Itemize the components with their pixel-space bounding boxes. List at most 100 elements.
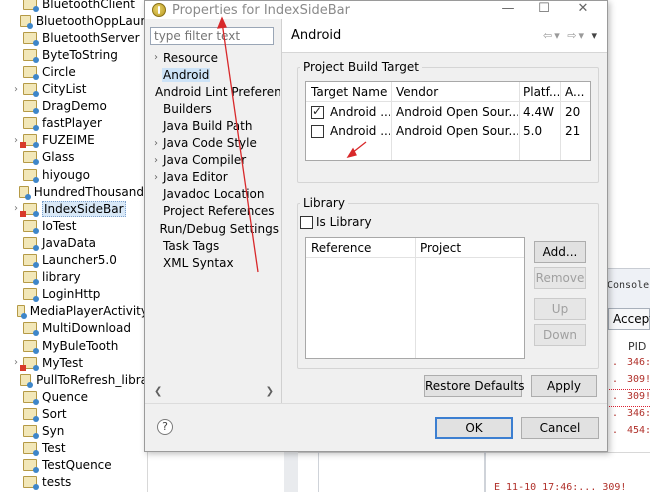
move-down-button[interactable]: Down [534, 324, 586, 346]
tree-item[interactable]: ›fastPlayer [0, 115, 147, 132]
tree-item[interactable]: ›DragDemo [0, 98, 147, 115]
target-vendor: Android Open Sour... [396, 105, 518, 119]
tree-item[interactable]: ›Glass [0, 149, 147, 166]
close-button[interactable]: ✕ [565, 1, 601, 19]
nav-item-label: Javadoc Location [163, 187, 265, 202]
nav-item[interactable]: › Java Compiler [150, 152, 280, 169]
tree-item[interactable]: ›ByteToString [0, 46, 147, 63]
history-nav[interactable]: ⇦▾ ⇨▾ ▾ [543, 29, 599, 42]
dialog-button-bar: ? OK Cancel [145, 403, 607, 451]
is-library-checkbox[interactable] [300, 215, 313, 229]
log-line: E 11-10 17:46:... 309! [494, 482, 627, 493]
tree-item[interactable]: › MyTest [0, 354, 147, 371]
forward-menu-icon[interactable]: ▾ [578, 29, 586, 42]
back-icon[interactable]: ⇦ [543, 29, 554, 42]
nav-item[interactable]: ›Javadoc Location [150, 186, 280, 203]
tree-item-label: hiyougo [42, 167, 90, 182]
maximize-button[interactable]: ☐ [526, 1, 562, 19]
restore-defaults-button[interactable]: Restore Defaults [424, 375, 524, 397]
tree-item[interactable]: ›JavaData [0, 234, 147, 251]
tree-item[interactable]: ›Sort [0, 405, 147, 422]
minimize-button[interactable]: — [490, 1, 526, 19]
log-column-divider-left [318, 452, 319, 492]
nav-item-label: Builders [163, 101, 212, 116]
nav-item[interactable]: ›Java Build Path [150, 117, 280, 134]
col-reference[interactable]: Reference [311, 241, 371, 255]
is-library-option[interactable]: Is Library [300, 215, 372, 229]
dialog-titlebar[interactable]: Properties for IndexSideBar — ☐ ✕ [145, 1, 607, 19]
forward-icon[interactable]: ⇨ [567, 29, 578, 42]
tree-item[interactable]: ›HundredThousand\ [0, 183, 147, 200]
table-row[interactable]: Android ... Android Open Sour... 4.4W 20 [306, 103, 590, 122]
panel-divider[interactable] [281, 19, 282, 403]
tree-item[interactable]: ›IoTest [0, 217, 147, 234]
tree-item[interactable]: ›MediaPlayerActivity [0, 303, 147, 320]
view-menu-icon[interactable]: ▾ [591, 29, 599, 42]
tree-item[interactable]: ›LoginHttp [0, 286, 147, 303]
expand-arrow-icon[interactable]: › [150, 138, 162, 149]
col-vendor[interactable]: Vendor [396, 85, 520, 99]
pid-column-header: PID [628, 340, 647, 353]
apply-button[interactable]: Apply [531, 375, 597, 397]
nav-item-label: Java Build Path [163, 118, 253, 133]
nav-item[interactable]: ›Android [150, 66, 280, 83]
nav-item[interactable]: ›Builders [150, 100, 280, 117]
tree-item-label: Test [42, 441, 66, 456]
table-row[interactable]: Android ... Android Open Sour... 5.0 21 [306, 122, 590, 141]
tree-item[interactable]: ›Test [0, 440, 147, 457]
target-checkbox[interactable] [311, 106, 324, 119]
tree-item[interactable]: › IndexSideBar [0, 200, 147, 217]
help-icon[interactable]: ? [157, 419, 173, 435]
cancel-button[interactable]: Cancel [521, 417, 599, 439]
tree-item-label: PullToRefresh_libra [36, 372, 148, 387]
tree-item[interactable]: ›MultiDownload [0, 320, 147, 337]
tree-item[interactable]: ›library [0, 269, 147, 286]
tree-item[interactable]: ›hiyougo [0, 166, 147, 183]
expand-arrow-icon[interactable]: › [10, 84, 22, 95]
nav-item[interactable]: ›Run/Debug Settings [150, 220, 280, 237]
expand-arrow-icon[interactable]: › [150, 52, 162, 63]
nav-item[interactable]: ›Project References [150, 203, 280, 220]
nav-item[interactable]: › Java Code Style [150, 135, 280, 152]
col-target-name[interactable]: Target Name [311, 85, 391, 99]
scroll-right-icon[interactable]: ❯ [266, 386, 274, 397]
nav-item[interactable]: › Java Editor [150, 169, 280, 186]
nav-item[interactable]: ›Android Lint Preferences [150, 83, 280, 100]
move-up-button[interactable]: Up [534, 298, 586, 320]
expand-arrow-icon[interactable]: › [150, 172, 162, 183]
remove-library-button[interactable]: Remove [534, 267, 586, 289]
build-target-table[interactable]: Target Name Vendor Platf... A... Android… [305, 81, 591, 161]
tree-item[interactable]: › CityList [0, 81, 147, 98]
build-target-title: Project Build Target [300, 60, 422, 74]
console-tab-label[interactable]: Console [607, 280, 649, 291]
target-checkbox[interactable] [311, 125, 324, 138]
scroll-left-icon[interactable]: ❮ [154, 386, 162, 397]
library-reference-table[interactable]: Reference Project [305, 237, 525, 359]
back-menu-icon[interactable]: ▾ [554, 29, 562, 42]
add-library-button[interactable]: Add... [534, 241, 586, 263]
nav-item[interactable]: › Resource [150, 49, 280, 66]
horizontal-scrollbar[interactable]: ❮ ❯ [150, 384, 278, 401]
tree-item[interactable]: ›MyBuleTooth [0, 337, 147, 354]
accept-button[interactable]: Accept [608, 308, 650, 330]
nav-item[interactable]: ›Task Tags [150, 237, 280, 254]
col-api[interactable]: A... [565, 85, 589, 99]
col-platform[interactable]: Platf... [523, 85, 559, 99]
tree-item[interactable]: ›Syn [0, 423, 147, 440]
tree-item[interactable]: ›BluetoothServer [0, 29, 147, 46]
tree-item[interactable]: ›TestQuence [0, 457, 147, 474]
tree-item[interactable]: ›PullToRefresh_libra [0, 371, 148, 388]
tree-item-label: ByteToString [42, 47, 118, 62]
tree-item[interactable]: ›Quence [0, 388, 147, 405]
tree-item[interactable]: ›Circle [0, 63, 147, 80]
col-project[interactable]: Project [420, 241, 461, 255]
tree-item[interactable]: › FUZEIME [0, 132, 147, 149]
filter-input[interactable] [150, 27, 274, 45]
tree-item[interactable]: ›BluetoothOppLaun [0, 12, 147, 29]
tree-item[interactable]: ›BluetoothClient [0, 0, 147, 12]
tree-item[interactable]: ›Launcher5.0 [0, 252, 147, 269]
tree-item[interactable]: ›tests [0, 474, 147, 491]
nav-item[interactable]: ›XML Syntax [150, 254, 280, 271]
ok-button[interactable]: OK [435, 417, 513, 439]
expand-arrow-icon[interactable]: › [150, 155, 162, 166]
